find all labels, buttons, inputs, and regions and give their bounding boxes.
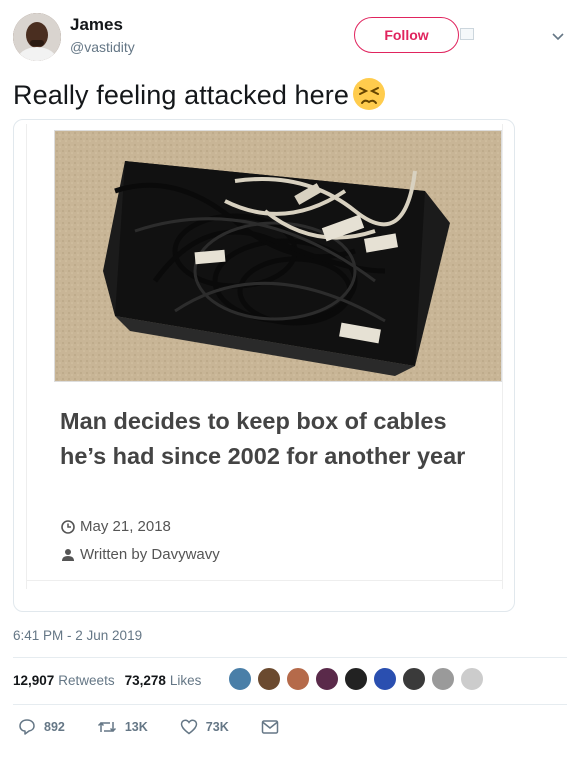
likers-avatars bbox=[228, 667, 489, 691]
likes-count[interactable]: 73,278 bbox=[125, 673, 166, 688]
article-headline[interactable]: Man decides to keep box of cables he’s h… bbox=[60, 404, 480, 474]
author-avatar[interactable] bbox=[13, 13, 61, 61]
direct-message-button[interactable] bbox=[261, 719, 287, 735]
tweet-actions: 892 13K 73K bbox=[18, 718, 319, 736]
liker-avatar[interactable] bbox=[286, 667, 310, 691]
heart-icon bbox=[180, 719, 198, 735]
clock-icon bbox=[61, 519, 75, 534]
liker-avatar[interactable] bbox=[402, 667, 426, 691]
box-of-cables-photo bbox=[54, 130, 502, 382]
author-handle[interactable]: @vastidity bbox=[70, 39, 135, 55]
tweet-text: Really feeling attacked here bbox=[13, 76, 387, 112]
article-preview: Man decides to keep box of cables he’s h… bbox=[26, 124, 503, 589]
liker-avatar[interactable] bbox=[460, 667, 484, 691]
liker-avatar[interactable] bbox=[315, 667, 339, 691]
persevering-face-icon bbox=[351, 76, 387, 112]
link-card[interactable]: Man decides to keep box of cables he’s h… bbox=[13, 119, 515, 612]
article-author: Written by Davywavy bbox=[80, 546, 220, 563]
retweet-count: 13K bbox=[124, 720, 148, 734]
likes-label[interactable]: Likes bbox=[170, 673, 202, 688]
article-date: May 21, 2018 bbox=[80, 518, 171, 535]
reply-button[interactable]: 892 bbox=[18, 718, 65, 736]
liker-avatar[interactable] bbox=[431, 667, 455, 691]
article-date-row: May 21, 2018 bbox=[61, 518, 171, 535]
liker-avatar[interactable] bbox=[373, 667, 397, 691]
card-divider bbox=[27, 580, 502, 581]
tweet-stats: 12,907 Retweets 73,278 Likes bbox=[13, 673, 201, 688]
retweet-icon bbox=[97, 721, 116, 733]
user-icon bbox=[62, 548, 74, 561]
follow-button[interactable]: Follow bbox=[354, 17, 459, 53]
like-count: 73K bbox=[205, 720, 229, 734]
reply-icon bbox=[19, 719, 35, 735]
author-name[interactable]: James bbox=[70, 15, 123, 35]
liker-avatar[interactable] bbox=[257, 667, 281, 691]
liker-avatar[interactable] bbox=[228, 667, 252, 691]
chevron-down-icon[interactable] bbox=[552, 28, 564, 44]
envelope-icon bbox=[261, 720, 278, 734]
retweets-count[interactable]: 12,907 bbox=[13, 673, 54, 688]
stats-bottom-divider bbox=[13, 704, 567, 705]
stats-top-divider bbox=[13, 657, 567, 658]
tweet-header: James @vastidity Follow bbox=[0, 0, 567, 70]
tweet-timestamp[interactable]: 6:41 PM - 2 Jun 2019 bbox=[13, 628, 142, 643]
retweet-button[interactable]: 13K bbox=[97, 718, 148, 736]
like-button[interactable]: 73K bbox=[180, 718, 229, 736]
reply-count: 892 bbox=[44, 720, 65, 734]
retweets-label[interactable]: Retweets bbox=[58, 673, 114, 688]
profile-card-icon bbox=[460, 28, 474, 40]
tweet-text-content: Really feeling attacked here bbox=[13, 80, 350, 110]
liker-avatar[interactable] bbox=[344, 667, 368, 691]
article-author-row: Written by Davywavy bbox=[61, 546, 220, 563]
